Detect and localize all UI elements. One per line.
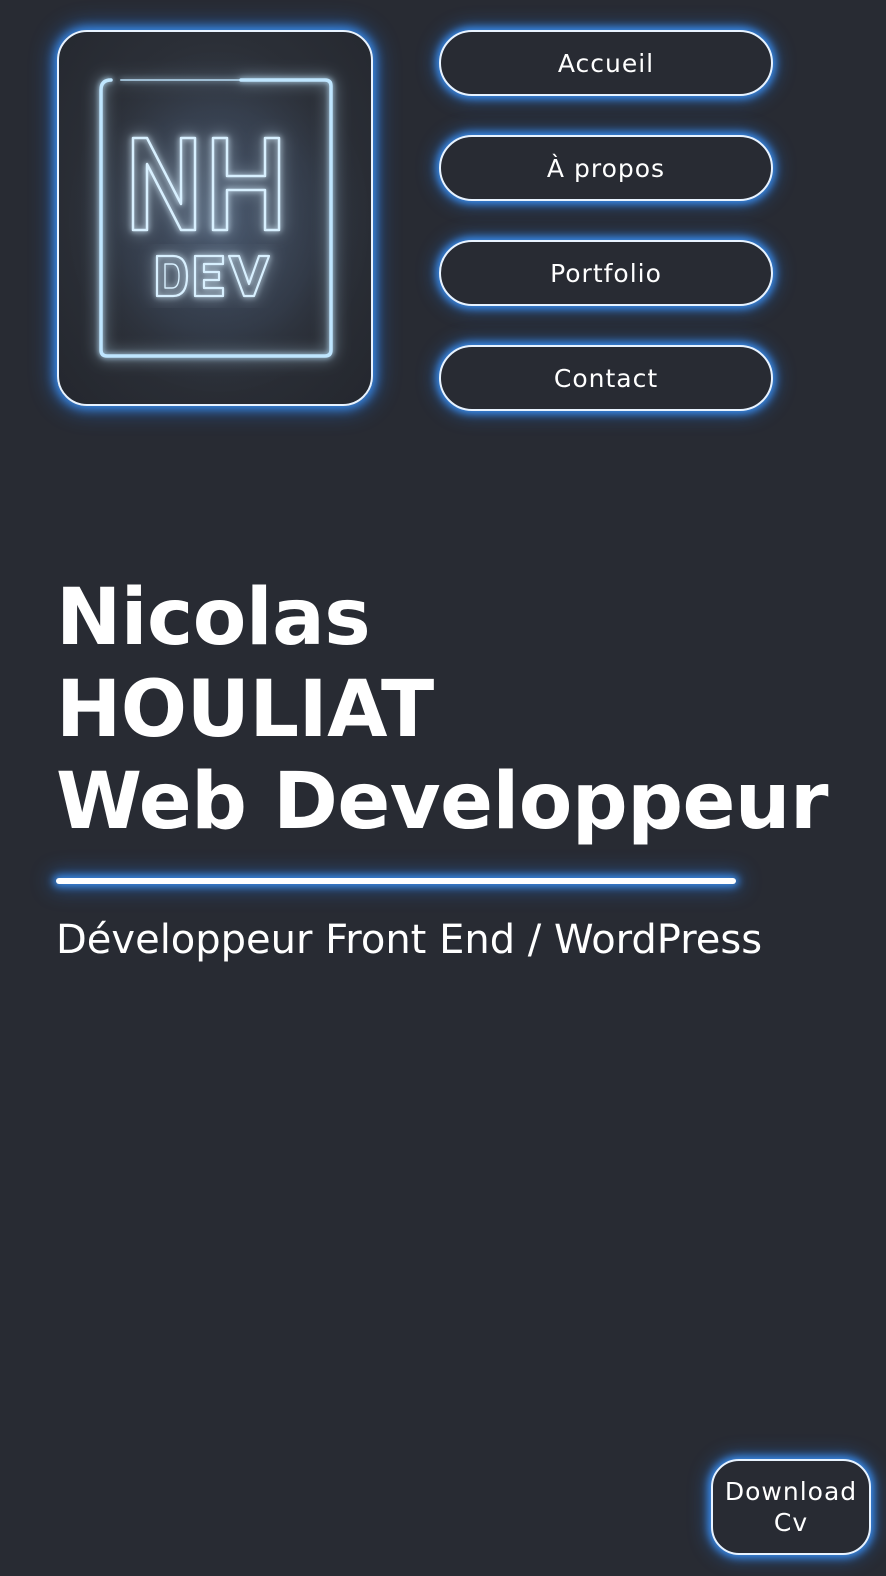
nav-button-a-propos[interactable]: À propos: [439, 135, 773, 201]
hero-subtitle: Développeur Front End / WordPress: [56, 917, 763, 963]
nav-button-accueil[interactable]: Accueil: [439, 30, 773, 96]
glow-divider: [56, 878, 736, 884]
hero-last-name: HOULIAT: [56, 665, 434, 755]
hero-heading: Nicolas HOULIAT Web Developpeur: [56, 572, 836, 848]
download-cv-button[interactable]: Download Cv: [711, 1459, 871, 1555]
nav-button-contact[interactable]: Contact: [439, 345, 773, 411]
nav-button-portfolio[interactable]: Portfolio: [439, 240, 773, 306]
nh-dev-logo-icon: [69, 52, 369, 392]
hero-first-name: Nicolas: [56, 573, 371, 663]
logo-card[interactable]: [57, 30, 373, 406]
hero-role: Web Developpeur: [56, 757, 828, 847]
